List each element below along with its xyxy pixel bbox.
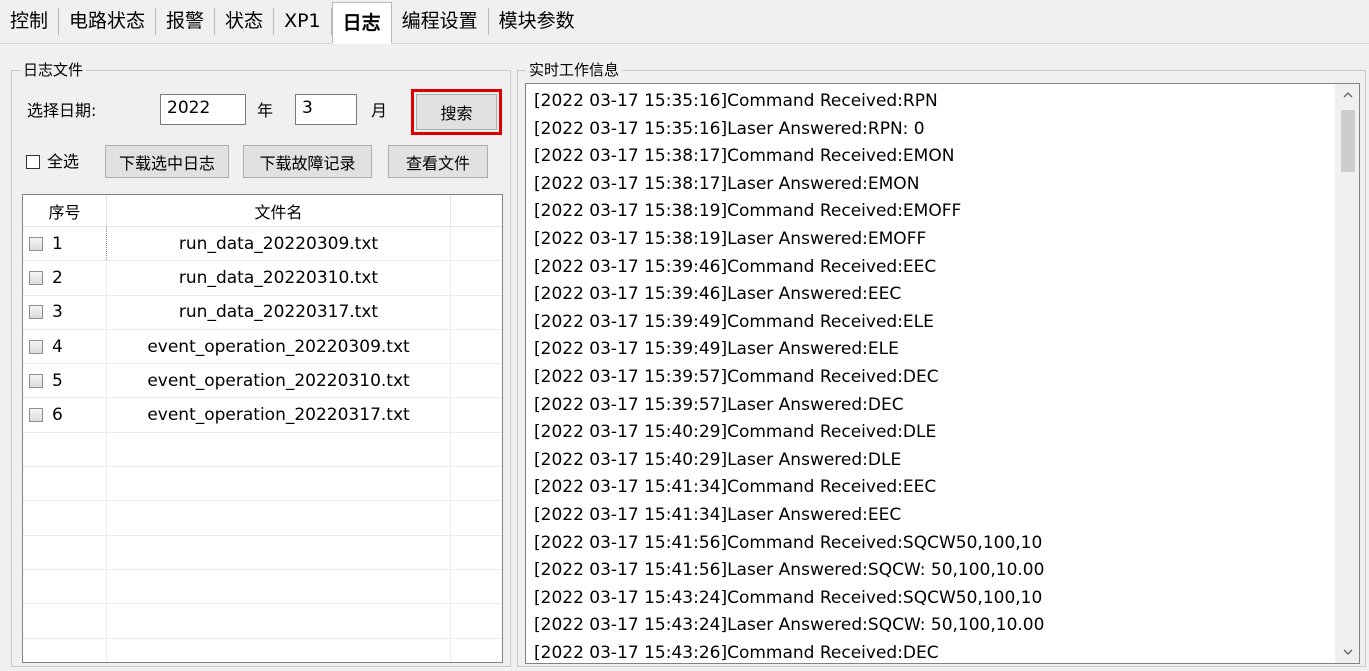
empty-row	[23, 432, 502, 468]
row-index: 4	[52, 336, 63, 357]
file-row[interactable]: 3 run_data_20220317.txt	[23, 295, 502, 330]
file-list-header: 序号 文件名	[23, 195, 502, 227]
realtime-info-group-title: 实时工作信息	[526, 60, 623, 80]
view-file-button[interactable]: 查看文件	[388, 145, 488, 178]
tab-programming-settings[interactable]: 编程设置	[392, 8, 489, 35]
tab-status[interactable]: 状态	[215, 8, 275, 35]
tab-log[interactable]: 日志	[331, 2, 392, 44]
row-filename: run_data_20220317.txt	[107, 295, 451, 329]
row-index: 5	[52, 370, 63, 391]
chevron-up-icon[interactable]	[1336, 84, 1359, 106]
empty-row	[23, 535, 502, 570]
search-button[interactable]: 搜索	[411, 89, 502, 135]
row-filename: event_operation_20220309.txt	[107, 329, 451, 364]
download-fault-record-button[interactable]: 下载故障记录	[243, 145, 372, 178]
row-checkbox[interactable]	[29, 339, 43, 354]
column-header-filename[interactable]: 文件名	[107, 195, 451, 226]
log-line: [2022 03-17 15:38:19]Laser Answered:EMOF…	[534, 228, 927, 249]
log-line: [2022 03-17 15:40:29]Command Received:DL…	[534, 422, 937, 443]
log-line: [2022 03-17 15:39:46]Laser Answered:EEC	[534, 284, 902, 305]
select-all-checkbox[interactable]: 全选	[26, 152, 79, 172]
row-checkbox[interactable]	[29, 270, 43, 285]
tab-circuit-status[interactable]: 电路状态	[59, 8, 157, 35]
month-unit-label: 月	[371, 101, 388, 120]
year-unit-label: 年	[257, 101, 274, 120]
date-label: 选择日期:	[27, 101, 97, 120]
row-index: 1	[52, 233, 63, 254]
row-filename: event_operation_20220310.txt	[107, 364, 451, 398]
empty-row	[23, 467, 502, 502]
row-filename: event_operation_20220317.txt	[107, 398, 451, 432]
row-checkbox[interactable]	[29, 408, 43, 423]
file-row[interactable]: 4 event_operation_20220309.txt	[23, 329, 502, 365]
log-line: [2022 03-17 15:38:17]Laser Answered:EMON	[534, 173, 920, 194]
log-line: [2022 03-17 15:35:16]Command Received:RP…	[534, 91, 938, 111]
row-checkbox[interactable]	[29, 236, 43, 251]
select-all-label: 全选	[47, 152, 80, 171]
column-header-empty	[451, 195, 502, 226]
realtime-log-textbox[interactable]: [2022 03-17 15:35:16]Command Received:RP…	[525, 83, 1360, 664]
log-line: [2022 03-17 15:41:56]Laser Answered:SQCW…	[534, 560, 1045, 581]
tab-xp1[interactable]: XP1	[274, 8, 332, 35]
row-index: 3	[52, 302, 63, 323]
log-line: [2022 03-17 15:41:34]Laser Answered:EEC	[534, 504, 902, 525]
log-file-group-title: 日志文件	[20, 60, 87, 80]
scrollbar-thumb[interactable]	[1341, 110, 1355, 172]
file-row[interactable]: 2 run_data_20220310.txt	[23, 261, 502, 296]
row-filename: run_data_20220309.txt	[107, 227, 451, 261]
chevron-down-icon[interactable]	[1336, 641, 1359, 663]
log-line: [2022 03-17 15:39:49]Laser Answered:ELE	[534, 339, 899, 360]
select-all-box[interactable]	[26, 155, 40, 169]
download-selected-log-button[interactable]: 下载选中日志	[105, 145, 229, 178]
row-index: 6	[52, 405, 63, 426]
year-input[interactable]: 2022	[160, 94, 246, 125]
log-line: [2022 03-17 15:41:34]Command Received:EE…	[534, 477, 937, 498]
row-index: 2	[52, 267, 63, 288]
file-list[interactable]: 序号 文件名 1 run_data_20220309.txt 2 run_dat…	[22, 194, 503, 663]
tab-strip: 控制 电路状态 报警 状态 XP1 日志 编程设置 模块参数	[0, 0, 1369, 44]
log-line: [2022 03-17 15:39:57]Laser Answered:DEC	[534, 394, 904, 415]
log-line: [2022 03-17 15:43:26]Command Received:DE…	[534, 642, 939, 663]
tab-alarm[interactable]: 报警	[156, 8, 216, 35]
empty-row	[23, 604, 502, 639]
empty-row	[23, 638, 502, 662]
log-line: [2022 03-17 15:41:56]Command Received:SQ…	[534, 532, 1043, 553]
month-input[interactable]: 3	[295, 94, 357, 125]
log-line: [2022 03-17 15:43:24]Laser Answered:SQCW…	[534, 615, 1045, 636]
log-line: [2022 03-17 15:43:24]Command Received:SQ…	[534, 587, 1043, 608]
file-row[interactable]: 1 run_data_20220309.txt	[23, 227, 502, 262]
log-lines: [2022 03-17 15:35:16]Command Received:RP…	[534, 88, 1329, 663]
column-header-index[interactable]: 序号	[23, 195, 107, 226]
row-checkbox[interactable]	[29, 373, 43, 388]
log-line: [2022 03-17 15:39:57]Command Received:DE…	[534, 366, 939, 387]
log-line: [2022 03-17 15:39:49]Command Received:EL…	[534, 311, 934, 332]
log-line: [2022 03-17 15:39:46]Command Received:EE…	[534, 256, 937, 277]
vertical-scrollbar[interactable]	[1335, 84, 1359, 663]
empty-row	[23, 569, 502, 605]
file-row[interactable]: 5 event_operation_20220310.txt	[23, 364, 502, 399]
file-row[interactable]: 6 event_operation_20220317.txt	[23, 398, 502, 433]
row-checkbox[interactable]	[29, 305, 43, 320]
log-line: [2022 03-17 15:38:19]Command Received:EM…	[534, 201, 962, 222]
log-line: [2022 03-17 15:40:29]Laser Answered:DLE	[534, 449, 902, 470]
log-line: [2022 03-17 15:38:17]Command Received:EM…	[534, 146, 955, 167]
empty-row	[23, 501, 502, 536]
log-line: [2022 03-17 15:35:16]Laser Answered:RPN:…	[534, 118, 925, 139]
row-filename: run_data_20220310.txt	[107, 261, 451, 295]
tab-module-params[interactable]: 模块参数	[489, 8, 585, 35]
tab-control[interactable]: 控制	[0, 8, 60, 35]
